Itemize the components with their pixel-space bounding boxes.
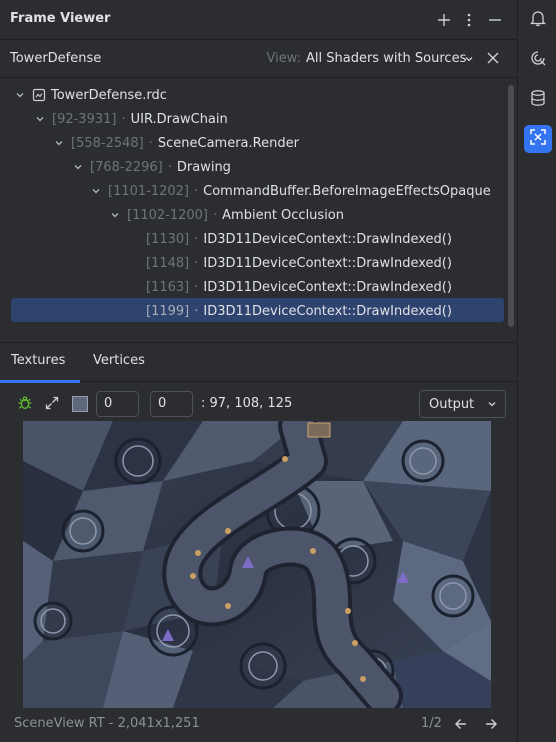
event-range: [768-2296] — [90, 159, 163, 175]
chevron-down-icon[interactable] — [70, 159, 86, 175]
output-dropdown[interactable]: Output — [419, 390, 506, 418]
capture-name: TowerDefense — [10, 51, 102, 66]
panel-title: Frame Viewer — [10, 11, 111, 26]
right-tool-strip — [517, 0, 556, 742]
separator: · — [194, 231, 199, 247]
separator: · — [194, 303, 199, 319]
separator: · — [194, 183, 199, 199]
scene-render-image — [23, 421, 491, 708]
event-range: [1102-1200] — [127, 207, 209, 223]
database-icon — [529, 89, 547, 111]
spiral-icon — [529, 49, 547, 71]
notifications-button[interactable] — [524, 6, 552, 34]
tree-item[interactable]: [92-3931] · UIR.DrawChain — [32, 107, 228, 131]
event-range: [1101-1202] — [108, 183, 190, 199]
tab-textures[interactable]: Textures — [11, 353, 65, 368]
debug-bug-icon[interactable] — [17, 395, 33, 415]
chevron-down-icon[interactable] — [12, 87, 28, 103]
tree-item[interactable]: [1148] · ID3D11DeviceContext::DrawIndexe… — [146, 251, 452, 275]
tree-item-label: TowerDefense.rdc — [51, 87, 167, 103]
tree-item[interactable]: [558-2548] · SceneCamera.Render — [51, 131, 299, 155]
separator: · — [167, 159, 172, 175]
preview-footer: SceneView RT - 2,041x1,251 1/2 — [0, 708, 517, 742]
add-icon[interactable] — [434, 10, 454, 30]
tree-item-label: SceneCamera.Render — [157, 135, 299, 151]
chevron-down-icon[interactable] — [51, 135, 67, 151]
tree-item-label: Drawing — [176, 159, 231, 175]
database-button[interactable] — [524, 86, 552, 114]
chevron-down-icon[interactable] — [107, 207, 123, 223]
inspector-tabs: Textures Vertices — [0, 342, 517, 383]
page-indicator: 1/2 — [421, 716, 442, 731]
arrow-right-icon[interactable] — [482, 715, 500, 733]
pixel-x-input[interactable]: 0 — [96, 391, 139, 417]
separator: · — [194, 279, 199, 295]
tree-item[interactable]: [1102-1200] · Ambient Occlusion — [107, 203, 344, 227]
view-label: View: — [266, 51, 301, 66]
arrow-left-icon[interactable] — [452, 715, 470, 733]
frame-viewer-panel: Frame Viewer TowerDefense View: All Shad… — [0, 0, 517, 742]
tree-item[interactable]: [1101-1202] · CommandBuffer.BeforeImageE… — [88, 179, 491, 203]
event-range: [558-2548] — [71, 135, 144, 151]
tree-item-selected[interactable]: [1199] · ID3D11DeviceContext::DrawIndexe… — [146, 299, 452, 323]
chevron-down-icon[interactable] — [88, 183, 104, 199]
texture-toolbar: 0 0 : 97, 108, 125 Output — [0, 383, 517, 421]
pixel-y-input[interactable]: 0 — [150, 391, 193, 417]
view-selector[interactable]: All Shaders with Sources — [306, 51, 466, 66]
frame-capture-icon — [529, 128, 547, 150]
expand-icon[interactable] — [44, 395, 60, 415]
separator: · — [213, 207, 218, 223]
tree-item[interactable]: [768-2296] · Drawing — [70, 155, 231, 179]
output-dropdown-label: Output — [429, 397, 475, 412]
event-range: [1130] — [146, 231, 190, 247]
tree-root-item[interactable]: TowerDefense.rdc — [12, 83, 167, 107]
title-bar: Frame Viewer — [0, 0, 517, 40]
separator: · — [148, 135, 153, 151]
tab-vertices[interactable]: Vertices — [93, 353, 145, 368]
frame-viewer-button[interactable] — [524, 125, 552, 153]
capture-bar: TowerDefense View: All Shaders with Sour… — [0, 41, 517, 78]
separator: · — [121, 111, 126, 127]
tree-item-label: ID3D11DeviceContext::DrawIndexed() — [203, 279, 452, 295]
bell-icon — [529, 9, 547, 31]
tree-item-label: UIR.DrawChain — [130, 111, 228, 127]
chevron-down-icon — [487, 398, 497, 413]
pixel-color-swatch — [72, 396, 88, 412]
event-range: [1163] — [146, 279, 190, 295]
separator: · — [194, 255, 199, 271]
tree-item-label: ID3D11DeviceContext::DrawIndexed() — [203, 231, 452, 247]
tree-item-label: CommandBuffer.BeforeImageEffectsOpaque — [203, 183, 491, 199]
pixel-rgb-readout: : 97, 108, 125 — [201, 396, 293, 411]
event-range: [1148] — [146, 255, 190, 271]
tree-scrollbar[interactable] — [508, 85, 514, 327]
event-range: [1199] — [146, 303, 190, 319]
tree-item-label: ID3D11DeviceContext::DrawIndexed() — [203, 303, 452, 319]
event-range: [92-3931] — [52, 111, 117, 127]
tree-item[interactable]: [1130] · ID3D11DeviceContext::DrawIndexe… — [146, 227, 452, 251]
minimize-icon[interactable] — [485, 10, 505, 30]
ai-assistant-button[interactable] — [524, 46, 552, 74]
tree-item-label: Ambient Occlusion — [222, 207, 344, 223]
tree-item[interactable]: [1163] · ID3D11DeviceContext::DrawIndexe… — [146, 275, 452, 299]
close-icon[interactable] — [486, 51, 500, 69]
more-options-icon[interactable] — [459, 10, 479, 30]
chevron-down-icon[interactable] — [464, 53, 474, 68]
render-target-preview[interactable] — [23, 421, 491, 708]
event-tree: TowerDefense.rdc [92-3931] · UIR.DrawCha… — [0, 79, 517, 341]
capture-file-icon — [32, 88, 46, 102]
chevron-down-icon[interactable] — [32, 111, 48, 127]
render-target-label: SceneView RT - 2,041x1,251 — [14, 716, 200, 731]
tree-item-label: ID3D11DeviceContext::DrawIndexed() — [203, 255, 452, 271]
